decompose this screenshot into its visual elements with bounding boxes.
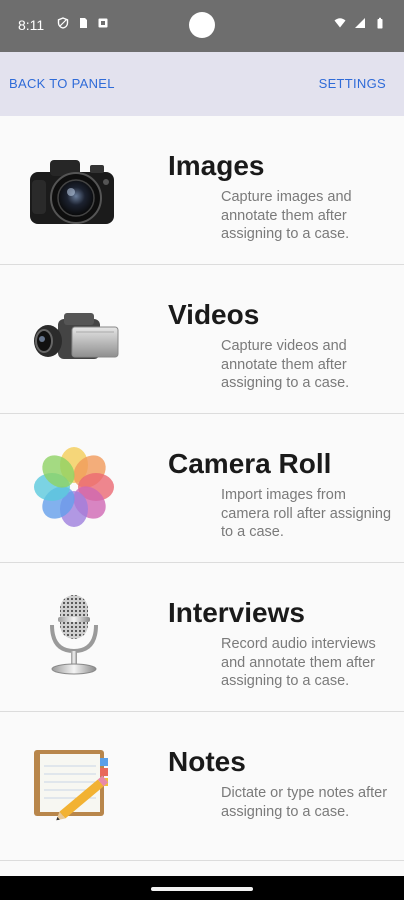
item-description: Capture images and annotate them after a… [221,189,352,242]
shield-icon [57,17,69,29]
item-title: Notes [168,746,246,777]
settings-button[interactable]: SETTINGS [319,76,386,91]
video-camera-icon [34,313,119,359]
status-icons-left [57,17,109,29]
status-bar: 8:11 [0,0,404,52]
photos-flower-icon [34,447,114,527]
list-item-videos[interactable]: Videos Capture videos and annotate them … [0,265,404,414]
item-description: Import images from camera roll after ass… [221,487,392,540]
item-title: Camera Roll [168,448,332,479]
nav-bar: BACK TO PANEL SETTINGS [0,52,404,116]
item-description: Dictate or type notes after assigning to… [221,785,388,820]
system-navigation-bar [0,876,404,900]
notepad-pencil-icon [34,750,109,821]
cellular-signal-icon [355,18,365,28]
camera-icon [30,160,114,224]
sim-card-icon [80,18,87,28]
wifi-icon [334,18,346,28]
status-time: 8:11 [18,17,45,33]
list-item-notes[interactable]: Notes Dictate or type notes after assign… [0,712,404,861]
item-title: Videos [168,299,260,330]
status-icons-right [334,17,386,29]
home-gesture-handle[interactable] [151,887,253,891]
item-title: Images [168,150,265,181]
microphone-icon [50,595,98,675]
list-item-camera-roll[interactable]: Camera Roll Import images from camera ro… [0,414,404,563]
notification-icon [98,18,108,28]
feature-list: Images Capture images and annotate them … [0,116,404,876]
item-description: Record audio interviews and annotate the… [221,636,376,689]
back-to-panel-button[interactable]: BACK TO PANEL [9,76,115,91]
front-camera-cutout [189,12,215,38]
battery-icon [377,17,383,29]
list-item-interviews[interactable]: Interviews Record audio interviews and a… [0,563,404,712]
item-description: Capture videos and annotate them after a… [221,338,350,391]
list-item-images[interactable]: Images Capture images and annotate them … [0,116,404,265]
item-title: Interviews [168,597,305,628]
